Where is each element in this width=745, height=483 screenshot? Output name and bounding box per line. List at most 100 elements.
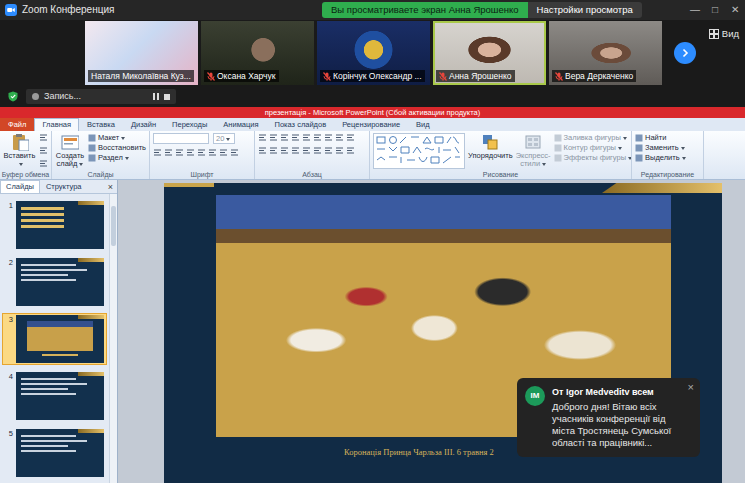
ribbon-group: Создать слайдМакетВосстановитьРазделСлай… xyxy=(52,131,150,179)
ribbon-group: Вставить Буфер обмена xyxy=(0,131,52,179)
ribbon-tab[interactable]: Главная xyxy=(34,118,79,131)
ribbon-small-button[interactable]: Контур фигуры xyxy=(554,143,632,153)
ribbon-tab[interactable]: Файл xyxy=(0,118,34,131)
font-name-field[interactable] xyxy=(153,133,209,144)
ribbon-small-button[interactable]: Восстановить xyxy=(88,143,146,153)
font-size-field[interactable]: 20 xyxy=(213,133,235,144)
participant-video[interactable]: Вера Деркаченко xyxy=(549,21,662,85)
chat-notification[interactable]: IMОт Igor Medveditv всемДоброго дня! Віт… xyxy=(517,378,700,457)
panel-close-button[interactable]: × xyxy=(104,181,117,193)
ribbon-small-button[interactable]: Выделить xyxy=(635,153,686,163)
panel-tab[interactable]: Слайды xyxy=(0,180,40,193)
format-icon xyxy=(313,133,322,142)
slide-thumbnail[interactable] xyxy=(16,315,104,363)
ribbon-tab[interactable]: Показ слайдов xyxy=(267,118,335,131)
ribbon-tab[interactable]: Вид xyxy=(408,118,438,131)
thumbnail-accent xyxy=(78,429,104,433)
ribbon-small-button[interactable]: Заливка фигуры xyxy=(554,133,632,143)
ribbon-small-icon xyxy=(635,134,643,142)
notification-sender: От Igor Medveditv всем xyxy=(552,386,680,398)
slide-thumbnail-row[interactable]: 4 xyxy=(2,370,107,422)
window-control[interactable]: ✕ xyxy=(725,4,745,16)
ribbon-tab[interactable]: Вставка xyxy=(79,118,123,131)
ribbon-button-icon xyxy=(61,133,79,151)
pause-icon[interactable] xyxy=(153,93,159,100)
format-button-row xyxy=(153,148,239,157)
ribbon-group-body: НайтиЗаменитьВыделить xyxy=(632,131,703,170)
slide-thumbnail-row[interactable]: 5 xyxy=(2,427,107,479)
chevron-right-icon xyxy=(680,48,690,58)
format-icon xyxy=(208,148,217,157)
participant-video[interactable]: Анна Ярошенко xyxy=(433,21,546,85)
ribbon-small-button[interactable]: Раздел xyxy=(88,153,146,163)
ribbon-large-button[interactable]: Создать слайд xyxy=(55,133,85,168)
format-icon xyxy=(164,148,173,157)
format-icon xyxy=(302,146,311,155)
share-banner: Вы просматриваете экран Анна ЯрошенкоНас… xyxy=(322,2,642,18)
thumbnail-title-line xyxy=(21,225,64,228)
scrollbar-thumb[interactable] xyxy=(111,206,116,246)
ribbon-small-icon xyxy=(635,154,643,162)
button-column: Заливка фигурыКонтур фигурыЭффекты фигур… xyxy=(554,133,632,163)
slide-thumbnail[interactable] xyxy=(16,372,104,420)
stop-icon[interactable] xyxy=(164,94,170,100)
ribbon-tab[interactable]: Рецензирование xyxy=(334,118,408,131)
slide-thumbnail[interactable] xyxy=(16,258,104,306)
powerpoint-title: презентація - Microsoft PowerPoint (Сбой… xyxy=(0,107,745,118)
ribbon-small-icon xyxy=(554,134,562,142)
ribbon-small-button[interactable]: Заменить xyxy=(635,143,686,153)
notification-content: От Igor Medveditv всем Доброго дня! Вітаю… xyxy=(552,386,692,449)
thumbnail-accent xyxy=(78,315,104,319)
recording-label: Запись... xyxy=(44,91,81,102)
ribbon-small-icon xyxy=(88,154,96,162)
participant-video[interactable]: Корінчук Олександр ... xyxy=(317,21,430,85)
participant-video[interactable]: Оксана Харчук xyxy=(201,21,314,85)
font-size-value: 20 xyxy=(216,134,230,143)
ribbon-large-button[interactable]: Вставить xyxy=(3,133,36,168)
recording-row: Запись... xyxy=(0,86,745,107)
thumbnail-accent xyxy=(78,372,104,376)
button-label: Макет xyxy=(98,133,125,143)
ribbon-small-button[interactable]: Найти xyxy=(635,133,686,143)
format-icon xyxy=(324,133,333,142)
ribbon-large-button[interactable]: Экспресс-стили xyxy=(516,133,551,168)
slide-accent xyxy=(164,183,214,187)
slide-accent xyxy=(602,183,722,193)
slide-thumbnail-row[interactable]: 1 xyxy=(2,199,107,251)
slide-number: 3 xyxy=(4,315,13,324)
ribbon-button-icon xyxy=(481,133,499,151)
ribbon-tab[interactable]: Дизайн xyxy=(123,118,164,131)
format-icon xyxy=(313,146,322,155)
slide-thumbnail-row[interactable]: 2 xyxy=(2,256,107,308)
format-icon xyxy=(175,148,184,157)
window-control[interactable]: — xyxy=(685,4,705,16)
slide-thumbnail-row[interactable]: 3 xyxy=(2,313,107,365)
close-button[interactable]: × xyxy=(688,381,694,393)
slide-thumbnail[interactable] xyxy=(16,201,104,249)
button-label: Создать слайд xyxy=(55,152,85,168)
window-control[interactable]: □ xyxy=(705,4,725,16)
next-page-button[interactable] xyxy=(674,42,696,64)
view-button[interactable]: Вид xyxy=(709,28,739,39)
slide-thumbnail[interactable] xyxy=(16,429,104,477)
view-settings-button[interactable]: Настройки просмотра xyxy=(528,2,642,18)
button-label: Эффекты фигуры xyxy=(564,153,632,163)
clipboard-tool-icon xyxy=(39,159,48,168)
participant-video[interactable]: Наталя Миколаївна Куз... xyxy=(85,21,198,85)
thumbnail-text-line xyxy=(21,450,76,452)
ribbon-group-body: Вставить xyxy=(0,131,51,170)
panel-tab[interactable]: Структура xyxy=(40,180,88,193)
ribbon-group-label: Буфер обмена xyxy=(0,170,51,179)
muted-mic-icon xyxy=(323,72,331,81)
ribbon-small-icon xyxy=(635,144,643,152)
ribbon-tab[interactable]: Переходы xyxy=(164,118,215,131)
ribbon-large-button[interactable]: Упорядочить xyxy=(468,133,513,160)
panel-scrollbar[interactable] xyxy=(109,194,117,483)
notification-message: Доброго дня! Вітаю всіх учасників конфер… xyxy=(552,401,680,449)
ribbon-small-button[interactable]: Эффекты фигуры xyxy=(554,153,632,163)
participant-label: Вера Деркаченко xyxy=(552,70,636,82)
ribbon-group-label: Рисование xyxy=(370,170,631,179)
powerpoint-window: презентація - Microsoft PowerPoint (Сбой… xyxy=(0,107,745,483)
ribbon-small-button[interactable]: Макет xyxy=(88,133,146,143)
ribbon-tab[interactable]: Анимация xyxy=(215,118,266,131)
